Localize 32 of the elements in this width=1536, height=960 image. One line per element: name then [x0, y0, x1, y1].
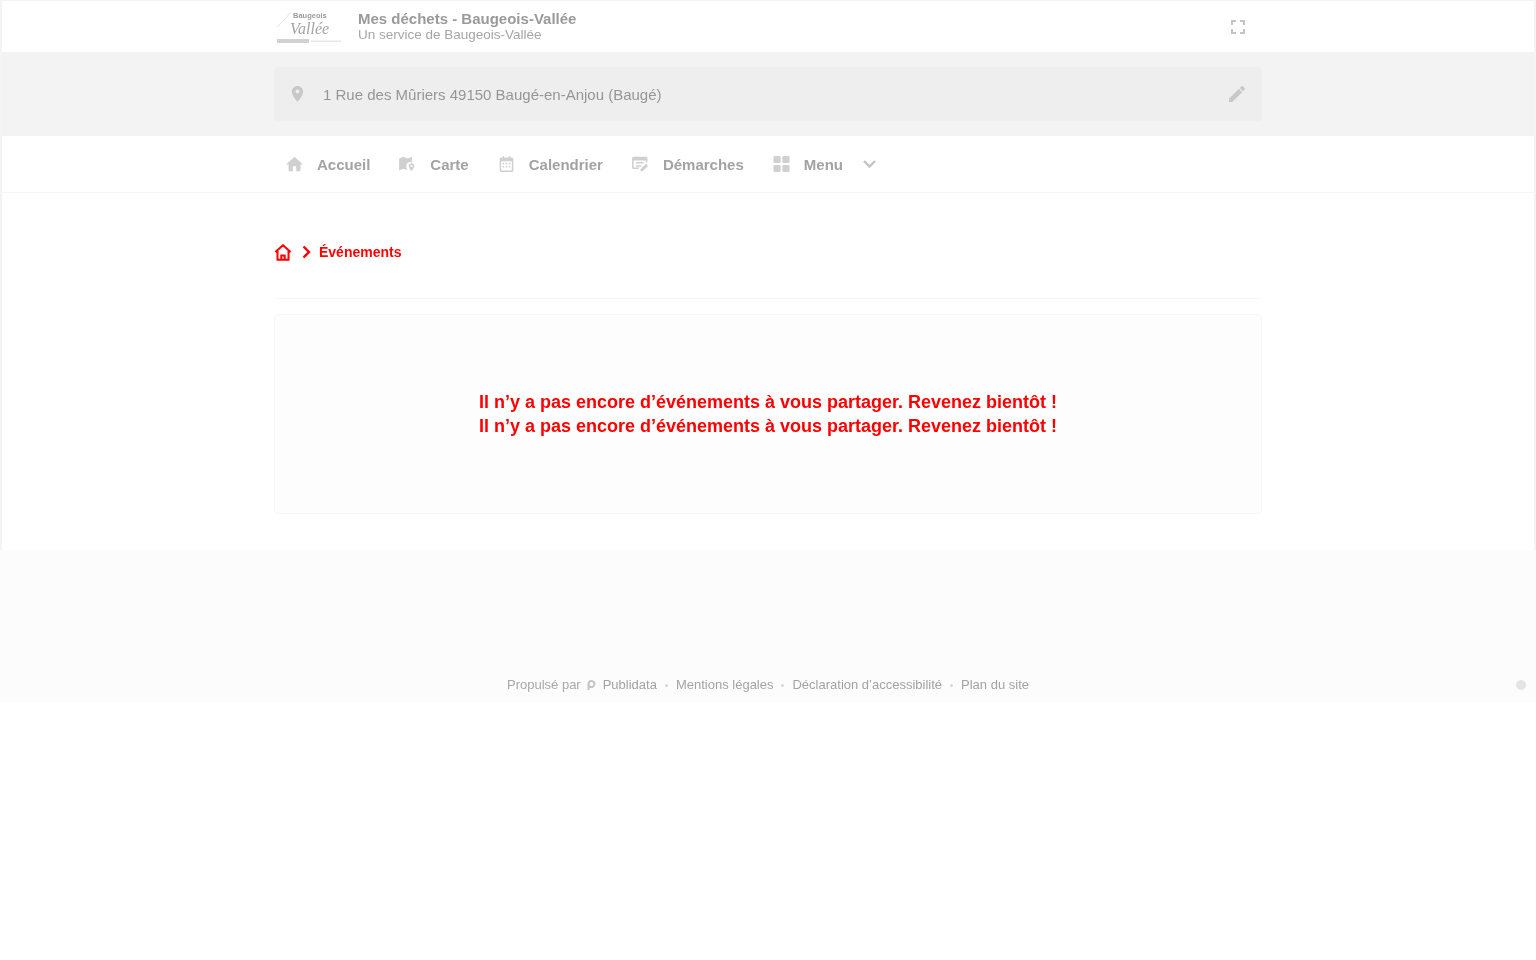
p-logo-icon — [586, 680, 596, 690]
empty-message: Il n’y a pas encore d’événements à vous partager. Revenez bientôt ! — [478, 415, 1058, 438]
nav-link[interactable]: Démarches — [619, 144, 761, 184]
home-icon[interactable] — [274, 243, 292, 261]
chevron-down-icon — [863, 160, 876, 168]
nav-link[interactable]: Carte — [387, 144, 486, 184]
chevron-right-icon — [302, 245, 311, 259]
grid-icon — [772, 156, 790, 172]
edit-address-button[interactable] — [1229, 86, 1245, 102]
calendar-icon — [497, 156, 515, 172]
address-bar[interactable]: 1 Rue des Mûriers 49150 Baugé-en-Anjou (Baugé) — [274, 67, 1262, 121]
app-subtitle: Un service de Baugeois-Vallée — [358, 27, 543, 43]
footer-link[interactable]: Plan du site — [961, 677, 1029, 693]
app-title: Mes déchets - Baugeois-Vallée — [358, 10, 577, 27]
pencil-icon — [1229, 86, 1245, 102]
powered-by-text: Propulsé par — [507, 677, 581, 693]
breadcrumb-current: Événements — [319, 244, 402, 260]
fullscreen-button[interactable] — [1231, 19, 1245, 34]
nav-menu-button[interactable]: Menu — [760, 144, 893, 184]
empty-message: Il n’y a pas encore d’événements à vous partager. Revenez bientôt ! — [478, 391, 1058, 414]
map-pin-icon — [399, 156, 417, 172]
circle-icon[interactable] — [1516, 680, 1526, 690]
house-icon — [286, 156, 303, 172]
location-pin-icon — [291, 86, 304, 102]
fullscreen-icon — [1231, 19, 1245, 34]
address-text: 1 Rue des Mûriers 49150 Baugé-en-Anjou (Baugé) — [323, 85, 662, 103]
nav-link[interactable]: Calendrier — [485, 144, 620, 184]
nav-link[interactable]: Accueil — [274, 144, 388, 184]
form-pencil-icon — [631, 156, 649, 172]
footer-link[interactable]: Déclaration d’accessibilité — [792, 677, 943, 693]
footer-link[interactable]: Mentions légales — [675, 677, 774, 693]
footer-link[interactable]: Publidata — [602, 677, 657, 693]
